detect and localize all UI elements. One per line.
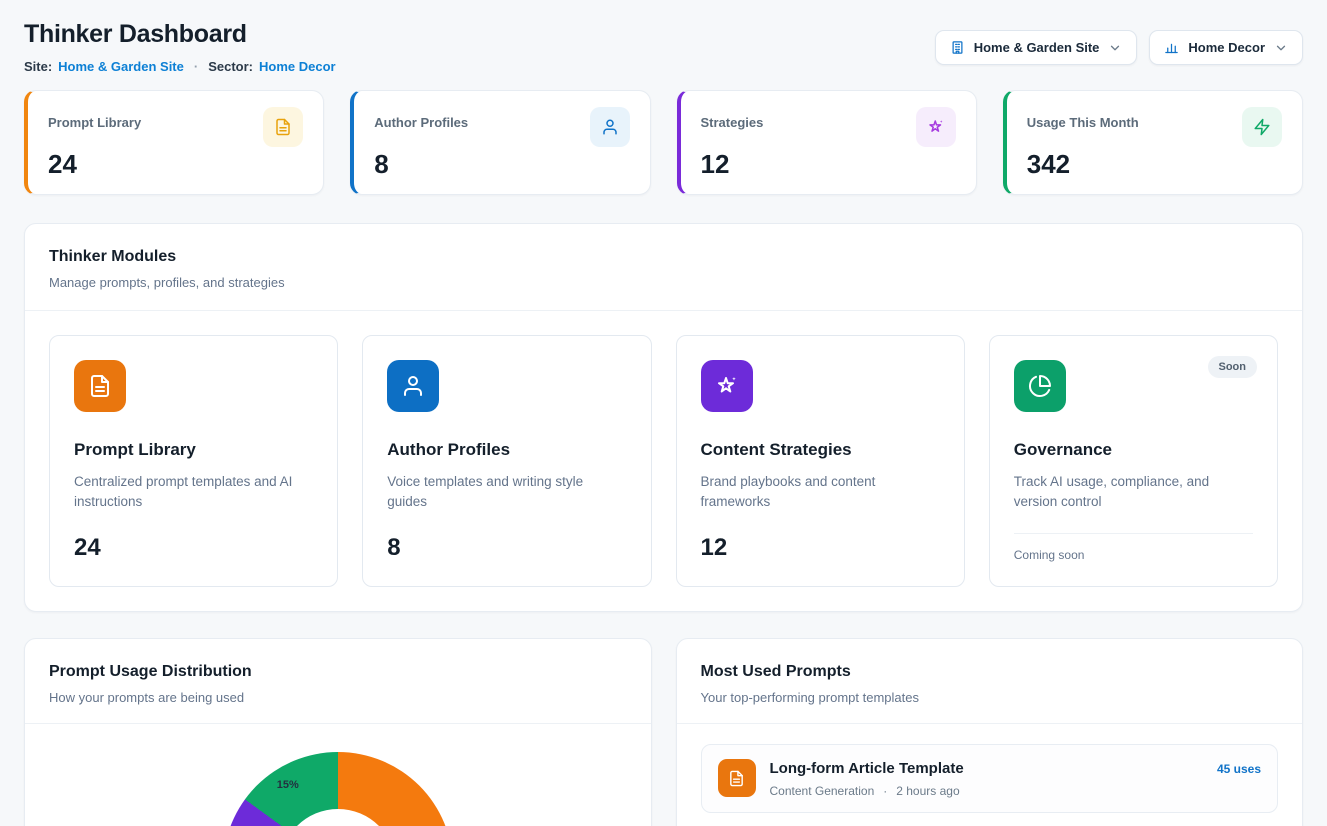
page-title: Thinker Dashboard	[24, 20, 336, 49]
module-count: 8	[387, 534, 626, 562]
prompt-usage-title: Prompt Usage Distribution	[49, 663, 627, 681]
chevron-down-icon	[1274, 41, 1288, 55]
stat-card: Prompt Library 24	[24, 90, 324, 195]
modules-grid: Prompt Library Centralized prompt templa…	[25, 311, 1302, 611]
module-card-content-strategies[interactable]: Content Strategies Brand playbooks and c…	[676, 335, 965, 587]
sector-link[interactable]: Home Decor	[259, 59, 336, 74]
sector-selector-label: Home Decor	[1188, 40, 1265, 55]
stat-label: Strategies	[701, 115, 764, 130]
module-card-governance[interactable]: Soon Governance Track AI usage, complian…	[989, 335, 1278, 587]
prompts-list: Long-form Article Template Content Gener…	[677, 724, 1303, 826]
most-used-head: Most Used Prompts Your top-performing pr…	[677, 639, 1303, 723]
most-used-title: Most Used Prompts	[701, 663, 1279, 681]
module-title: Prompt Library	[74, 440, 313, 460]
coming-soon-text: Coming soon	[1014, 548, 1253, 562]
most-used-prompts-card: Most Used Prompts Your top-performing pr…	[676, 638, 1304, 826]
prompt-timestamp: 2 hours ago	[896, 784, 959, 798]
prompt-meta: Content Generation · 2 hours ago	[770, 784, 1203, 798]
prompt-usage-subtitle: How your prompts are being used	[49, 690, 627, 705]
breadcrumb: Site: Home & Garden Site · Sector: Home …	[24, 59, 336, 74]
stat-value: 8	[374, 149, 629, 180]
site-selector-label: Home & Garden Site	[974, 40, 1100, 55]
user-icon	[387, 360, 439, 412]
stat-value: 24	[48, 149, 303, 180]
document-icon	[263, 107, 303, 147]
stat-label: Author Profiles	[374, 115, 468, 130]
topbar-actions: Home & Garden Site Home Decor	[935, 30, 1303, 65]
pie-chart-icon	[1014, 360, 1066, 412]
prompt-list-item[interactable]: Long-form Article Template Content Gener…	[701, 744, 1279, 813]
module-card-prompt-library[interactable]: Prompt Library Centralized prompt templa…	[49, 335, 338, 587]
prompt-usage-card: Prompt Usage Distribution How your promp…	[24, 638, 652, 826]
star-sparkle-icon	[701, 360, 753, 412]
bar-chart-icon	[1164, 40, 1179, 55]
modules-subtitle: Manage prompts, profiles, and strategies	[49, 275, 1278, 290]
stat-value: 342	[1027, 149, 1282, 180]
stat-label: Prompt Library	[48, 115, 141, 130]
topbar: Thinker Dashboard Site: Home & Garden Si…	[24, 20, 1303, 74]
stat-card: Usage This Month 342	[1003, 90, 1303, 195]
prompt-usage-head: Prompt Usage Distribution How your promp…	[25, 639, 651, 723]
modules-panel: Thinker Modules Manage prompts, profiles…	[24, 223, 1303, 612]
dashboard-page: Thinker Dashboard Site: Home & Garden Si…	[0, 0, 1327, 826]
module-title: Governance	[1014, 440, 1253, 460]
user-icon	[590, 107, 630, 147]
stat-card: Strategies 12	[677, 90, 977, 195]
module-title: Content Strategies	[701, 440, 940, 460]
star-sparkle-icon	[916, 107, 956, 147]
bottom-row: Prompt Usage Distribution How your promp…	[24, 638, 1303, 826]
sector-label: Sector:	[208, 59, 253, 74]
module-footer: Coming soon	[1014, 533, 1253, 562]
chart-body: 15%	[25, 752, 651, 826]
module-title: Author Profiles	[387, 440, 626, 460]
document-icon	[718, 759, 756, 797]
module-description: Voice templates and writing style guides	[387, 472, 626, 512]
soon-badge: Soon	[1208, 356, 1258, 378]
modules-title: Thinker Modules	[49, 248, 1278, 266]
module-description: Track AI usage, compliance, and version …	[1014, 472, 1253, 512]
chevron-down-icon	[1108, 41, 1122, 55]
lightning-icon	[1242, 107, 1282, 147]
stat-card: Author Profiles 8	[350, 90, 650, 195]
site-label: Site:	[24, 59, 52, 74]
sector-selector-dropdown[interactable]: Home Decor	[1149, 30, 1303, 65]
module-description: Centralized prompt templates and AI inst…	[74, 472, 313, 512]
donut-chart: 15%	[223, 752, 453, 826]
prompt-item-main: Long-form Article Template Content Gener…	[770, 759, 1203, 798]
stats-row: Prompt Library 24 Author Profiles 8 Stra…	[24, 90, 1303, 195]
site-selector-dropdown[interactable]: Home & Garden Site	[935, 30, 1138, 65]
building-icon	[950, 40, 965, 55]
stat-value: 12	[701, 149, 956, 180]
donut-segment-label: 15%	[277, 779, 299, 791]
title-block: Thinker Dashboard Site: Home & Garden Si…	[24, 20, 336, 74]
stat-label: Usage This Month	[1027, 115, 1139, 130]
divider	[25, 723, 651, 724]
prompt-category: Content Generation	[770, 784, 875, 798]
modules-panel-head: Thinker Modules Manage prompts, profiles…	[25, 224, 1302, 310]
prompt-name: Long-form Article Template	[770, 760, 1203, 777]
module-description: Brand playbooks and content frameworks	[701, 472, 940, 512]
module-count: 24	[74, 534, 313, 562]
most-used-subtitle: Your top-performing prompt templates	[701, 690, 1279, 705]
prompt-uses-badge: 45 uses	[1217, 762, 1261, 776]
module-card-author-profiles[interactable]: Author Profiles Voice templates and writ…	[362, 335, 651, 587]
breadcrumb-separator: ·	[194, 59, 198, 74]
module-count: 12	[701, 534, 940, 562]
document-icon	[74, 360, 126, 412]
meta-separator: ·	[883, 784, 887, 798]
site-link[interactable]: Home & Garden Site	[58, 59, 184, 74]
